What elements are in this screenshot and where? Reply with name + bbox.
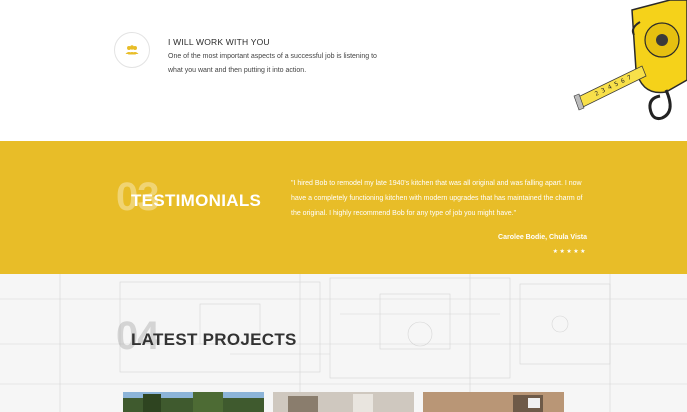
latest-projects-section: 04 LATEST PROJECTS <box>0 274 687 412</box>
svg-text:2 3 4 5 6 7: 2 3 4 5 6 7 <box>594 74 633 98</box>
users-icon <box>114 32 150 68</box>
testimonials-section: 03 TESTIMONIALS "I hired Bob to remodel … <box>0 141 687 274</box>
feature-title: I WILL WORK WITH YOU <box>168 37 270 47</box>
project-thumbnail[interactable] <box>123 392 264 412</box>
work-with-you-section: I WILL WORK WITH YOU One of the most imp… <box>0 0 687 141</box>
project-thumbnail[interactable] <box>273 392 414 412</box>
latest-projects-heading: LATEST PROJECTS <box>131 330 297 349</box>
testimonials-heading: TESTIMONIALS <box>131 191 262 210</box>
rating-stars: ★★★★★ <box>552 248 587 255</box>
project-thumbnail[interactable] <box>423 392 564 412</box>
testimonial-author: Carolee Bodie, Chula Vista <box>498 234 587 241</box>
tape-measure-image: 2 3 4 5 6 7 <box>573 0 687 120</box>
feature-text: One of the most important aspects of a s… <box>168 53 377 74</box>
testimonial-quote: "I hired Bob to remodel my late 1940's k… <box>291 180 583 217</box>
